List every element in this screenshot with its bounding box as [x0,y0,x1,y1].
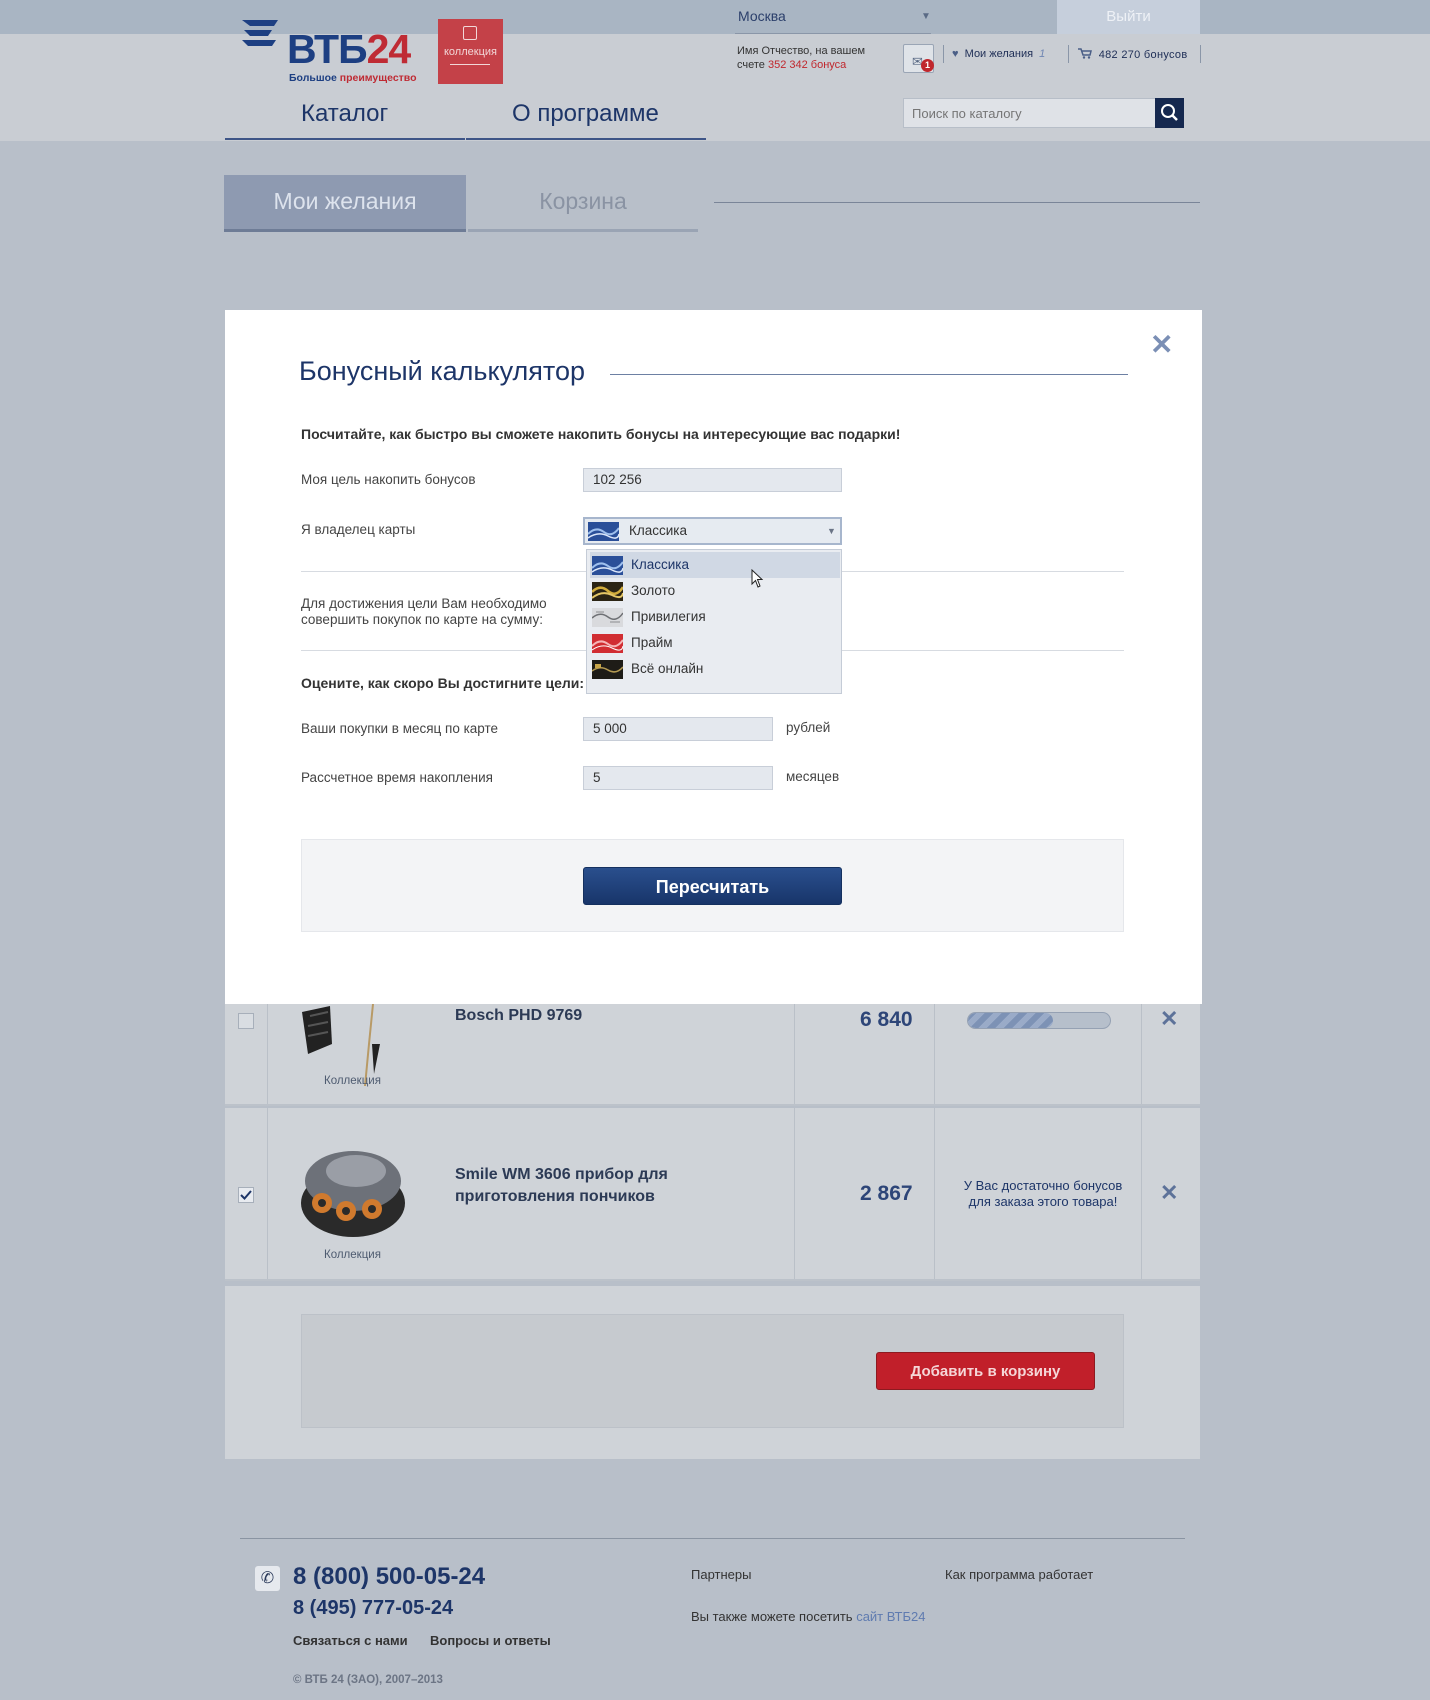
copyright: © ВТБ 24 (ЗАО), 2007–2013 [293,1674,443,1686]
phone-primary[interactable]: 8 (800) 500-05-24 [293,1563,485,1591]
table-row: Коллекция Smile WM 3606 прибор для приго… [225,1108,1200,1281]
tab-cart[interactable]: Корзина [468,175,698,232]
table-row: Коллекция Bosch PHD 9769 6 840 ✕ [225,1004,1200,1106]
collection-label: Коллекция [324,1075,381,1087]
card-prime-icon [592,634,623,653]
need-label: Для достижения цели Вам необходимо совер… [301,596,547,627]
bonus-balance: 352 342 бонуса [767,59,847,71]
item-checkbox[interactable] [238,1187,254,1203]
card-option-online[interactable]: Всё онлайн [590,656,840,682]
recalculate-button[interactable]: Пересчитать [583,867,842,905]
header-bar [0,34,1430,141]
tab-wishlist[interactable]: Мои желания [224,175,466,232]
card-option-gold[interactable]: Золото [590,578,840,604]
card-classic-icon [592,556,623,575]
logout-button[interactable]: Выйти [1057,0,1200,34]
collection-label: Коллекция [324,1249,381,1261]
card-option-classic[interactable]: Классика [590,552,840,578]
remove-item-button[interactable]: ✕ [1160,1006,1178,1032]
check-icon [240,1190,252,1200]
product-price: 2 867 [860,1182,913,1205]
search-input[interactable] [912,99,1142,127]
remove-item-button[interactable]: ✕ [1160,1180,1178,1206]
logo-text[interactable]: ВТБ24 [287,26,411,73]
vtb-site-link[interactable]: сайт ВТБ24 [856,1609,925,1624]
product-name[interactable]: Smile WM 3606 прибор для приготовления п… [455,1164,668,1208]
goal-input[interactable]: 102 256 [583,468,842,492]
add-to-cart-button[interactable]: Добавить в корзину [876,1352,1095,1390]
product-image[interactable] [298,1141,408,1241]
monthly-unit: рублей [786,720,831,735]
kollekciya-logo[interactable]: коллекция [438,19,503,84]
nav-about[interactable]: О программе [512,100,659,128]
partners-link[interactable]: Партнеры [691,1567,751,1582]
chevron-down-icon: ▼ [827,526,836,536]
logo-slogan: Большое преимущество [289,72,417,84]
goal-label: Моя цель накопить бонусов [301,472,476,487]
chevron-down-icon[interactable]: ▼ [921,11,931,22]
card-type-value: Классика [629,523,688,538]
kollekciya-label: коллекция [444,46,497,58]
item-checkbox[interactable] [238,1013,254,1029]
contact-link[interactable]: Связаться с нами [293,1633,408,1648]
phone-secondary[interactable]: 8 (495) 777-05-24 [293,1597,453,1620]
top-bar [0,0,1430,34]
cart-link[interactable]: 482 270 бонусов [1078,48,1188,61]
visit-text: Вы также можете посетить сайт ВТБ24 [691,1609,926,1624]
close-icon[interactable]: ✕ [1150,328,1173,361]
product-price: 6 840 [860,1008,913,1031]
how-it-works-link[interactable]: Как программа работает [945,1567,1093,1582]
gift-icon [463,26,477,40]
card-type-dropdown: Классика Золото Привилегия Прайм Всё онл… [586,549,842,694]
card-online-icon [592,660,623,679]
modal-lead: Посчитайте, как быстро вы сможете накопи… [301,426,901,442]
user-info: Имя Отчество, на вашем счете 352 342 бон… [737,45,866,71]
estimate-title: Оцените, как скоро Вы достигните цели: [301,675,585,691]
cart-icon [1078,48,1092,59]
vtb-logo-icon[interactable] [240,18,280,52]
time-label: Рассчетное время накопления [301,770,493,785]
time-unit: месяцев [786,769,840,784]
search-button[interactable] [1155,98,1184,128]
messages-button[interactable]: ✉ 1 [903,44,934,73]
card-type-select[interactable]: Классика ▼ [583,517,842,545]
monthly-input[interactable]: 5 000 [583,717,773,741]
status-text: У Вас достаточно бонусов для заказа этог… [963,1178,1123,1209]
card-label: Я владелец карты [301,522,416,537]
city-select[interactable]: Москва [738,8,786,24]
nav-catalog[interactable]: Каталог [301,100,388,128]
search-box [903,98,1184,128]
search-icon [1161,104,1178,121]
card-privilege-icon [592,608,623,627]
bonus-progress-bar [967,1012,1111,1029]
mouse-cursor-icon [751,569,764,588]
wishlist-link[interactable]: ♥ Мои желания 1 [952,48,1045,60]
bonus-calculator-modal: ✕ Бонусный калькулятор Посчитайте, как б… [225,310,1202,1004]
card-classic-icon [588,522,619,541]
card-gold-icon [592,582,623,601]
faq-link[interactable]: Вопросы и ответы [430,1633,551,1648]
modal-title: Бонусный калькулятор [299,356,585,386]
phone-icon: ✆ [255,1566,280,1591]
monthly-label: Ваши покупки в месяц по карте [301,721,499,736]
card-option-privilege[interactable]: Привилегия [590,604,840,630]
card-option-prime[interactable]: Прайм [590,630,840,656]
product-name[interactable]: Bosch PHD 9769 [455,1005,582,1027]
message-count-badge: 1 [921,59,934,72]
heart-icon: ♥ [952,48,959,60]
time-input[interactable]: 5 [583,766,773,790]
